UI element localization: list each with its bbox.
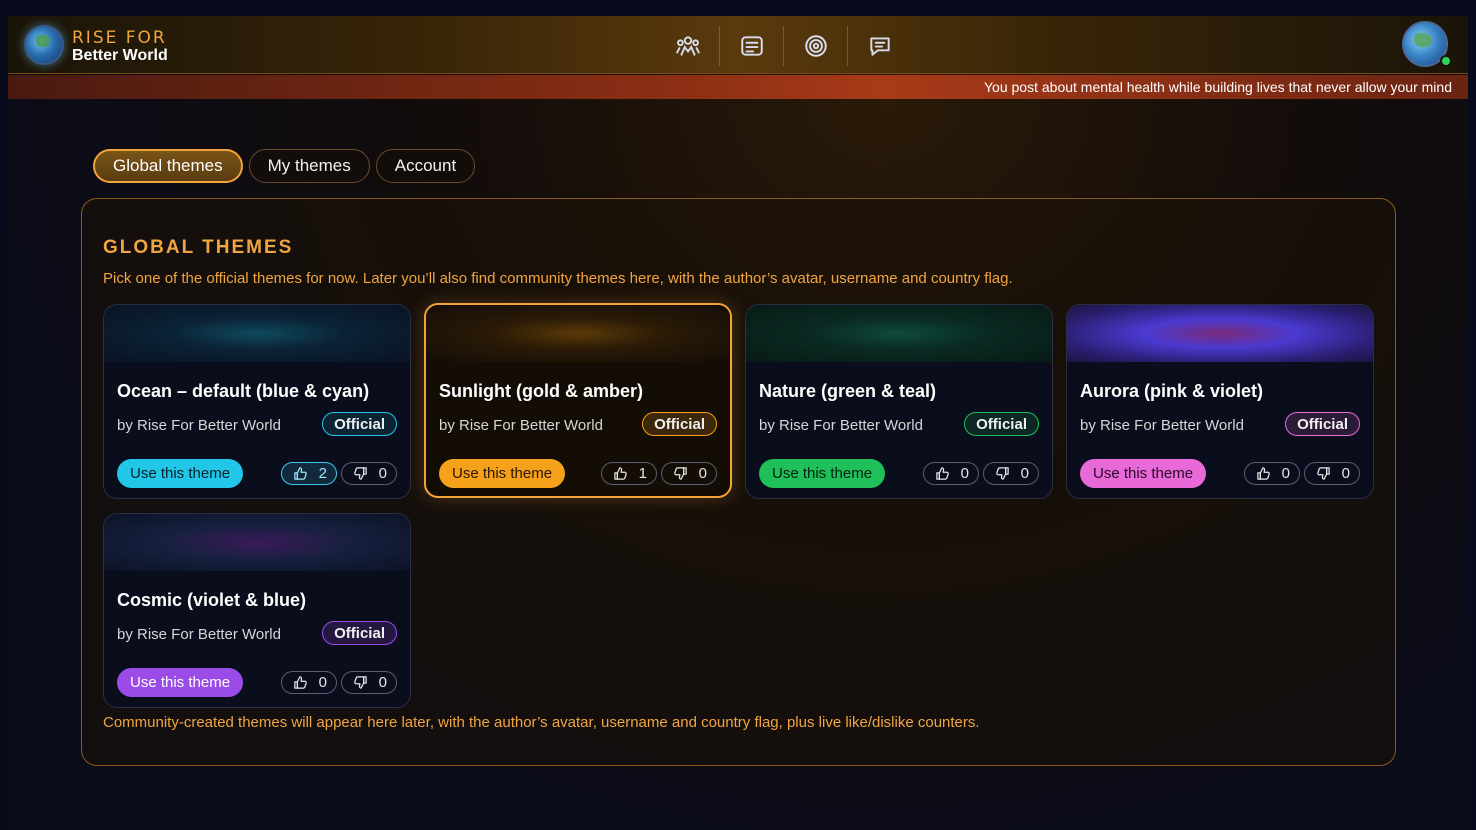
theme-preview-banner [104, 305, 410, 362]
dislike-count: 0 [378, 674, 387, 691]
dislike-count: 0 [378, 465, 387, 482]
thumbs-up-icon [294, 676, 307, 689]
dislike-button[interactable]: 0 [983, 462, 1039, 485]
dislike-button[interactable]: 0 [341, 671, 397, 694]
tab-account[interactable]: Account [375, 149, 476, 183]
like-count: 0 [960, 465, 969, 482]
use-theme-button[interactable]: Use this theme [117, 459, 244, 488]
dislike-count: 0 [698, 465, 707, 482]
dislike-button[interactable]: 0 [1304, 462, 1360, 485]
theme-preview-banner [746, 305, 1052, 362]
target-icon [804, 35, 827, 57]
vote-group: 2 0 [281, 462, 397, 485]
official-badge: Official [322, 412, 397, 436]
panel-subtitle: Pick one of the official themes for now.… [103, 270, 1013, 287]
settings-tabs: Global themes My themes Account [93, 149, 476, 183]
theme-card-nature: Nature (green & teal) by Rise For Better… [745, 304, 1053, 499]
like-count: 0 [1281, 465, 1290, 482]
dislike-count: 0 [1020, 465, 1029, 482]
feed-icon [740, 36, 763, 56]
app-frame: RISE FOR Better World You post about men… [8, 16, 1468, 830]
use-theme-button[interactable]: Use this theme [117, 668, 244, 697]
thumbs-down-icon [674, 467, 687, 480]
thumbs-down-icon [1317, 467, 1330, 480]
use-theme-button[interactable]: Use this theme [1080, 459, 1207, 488]
theme-author: by Rise For Better World [439, 417, 603, 434]
theme-name: Nature (green & teal) [759, 381, 937, 401]
thumbs-up-icon [1257, 467, 1270, 480]
like-button[interactable]: 0 [1244, 462, 1300, 485]
brand-name-bottom: Better World [72, 47, 168, 64]
nav-chat-button[interactable] [848, 26, 912, 66]
dislike-button[interactable]: 0 [341, 462, 397, 485]
chat-icon [870, 37, 890, 56]
dislike-button[interactable]: 0 [661, 462, 717, 485]
theme-name: Sunlight (gold & amber) [439, 381, 643, 401]
like-button[interactable]: 0 [923, 462, 979, 485]
thumbs-up-icon [614, 467, 627, 480]
theme-name: Cosmic (violet & blue) [117, 590, 307, 610]
theme-card-ocean: Ocean – default (blue & cyan) by Rise Fo… [103, 304, 411, 499]
official-badge: Official [322, 621, 397, 645]
news-ticker: You post about mental health while build… [8, 75, 1468, 99]
panel-title: GLOBAL THEMES [103, 237, 294, 258]
dislike-count: 0 [1341, 465, 1350, 482]
theme-card-cosmic: Cosmic (violet & blue) by Rise For Bette… [103, 513, 411, 708]
top-header: RISE FOR Better World [8, 16, 1468, 74]
like-button[interactable]: 2 [281, 462, 337, 485]
official-badge: Official [964, 412, 1039, 436]
thumbs-down-icon [354, 676, 367, 689]
community-footnote: Community-created themes will appear her… [103, 714, 980, 731]
theme-author: by Rise For Better World [1080, 417, 1244, 434]
theme-author: by Rise For Better World [759, 417, 923, 434]
nav-feed-button[interactable] [720, 26, 784, 66]
thumbs-down-icon [996, 467, 1009, 480]
use-theme-button[interactable]: Use this theme [439, 459, 566, 488]
vote-group: 1 0 [601, 462, 717, 485]
like-count: 2 [318, 465, 327, 482]
thumbs-down-icon [354, 467, 367, 480]
online-status-dot [1440, 55, 1452, 67]
theme-card-sunlight: Sunlight (gold & amber) by Rise For Bett… [424, 303, 732, 498]
ticker-text: You post about mental health while build… [984, 79, 1452, 95]
nav-target-button[interactable] [784, 26, 848, 66]
thumbs-up-icon [294, 467, 307, 480]
official-badge: Official [642, 412, 717, 436]
theme-preview-banner [1067, 305, 1373, 362]
global-themes-panel: GLOBAL THEMES Pick one of the official t… [81, 198, 1396, 766]
theme-preview-banner [426, 305, 730, 362]
official-badge: Official [1285, 412, 1360, 436]
theme-name: Ocean – default (blue & cyan) [117, 381, 370, 401]
vote-group: 0 0 [923, 462, 1039, 485]
thumbs-up-icon [936, 467, 949, 480]
theme-name: Aurora (pink & violet) [1080, 381, 1264, 401]
use-theme-button[interactable]: Use this theme [759, 459, 886, 488]
like-count: 1 [638, 465, 647, 482]
theme-preview-banner [104, 514, 410, 571]
brand-name-top: RISE FOR [72, 28, 167, 48]
theme-author: by Rise For Better World [117, 417, 281, 434]
main-nav [656, 26, 912, 66]
tab-global-themes[interactable]: Global themes [93, 149, 243, 183]
vote-group: 0 0 [281, 671, 397, 694]
tab-my-themes[interactable]: My themes [248, 149, 370, 183]
globe-logo-icon[interactable] [24, 25, 64, 65]
theme-author: by Rise For Better World [117, 626, 281, 643]
community-icon [675, 36, 700, 56]
theme-card-aurora: Aurora (pink & violet) by Rise For Bette… [1066, 304, 1374, 499]
like-count: 0 [318, 674, 327, 691]
like-button[interactable]: 0 [281, 671, 337, 694]
vote-group: 0 0 [1244, 462, 1360, 485]
nav-community-button[interactable] [656, 26, 720, 66]
like-button[interactable]: 1 [601, 462, 657, 485]
